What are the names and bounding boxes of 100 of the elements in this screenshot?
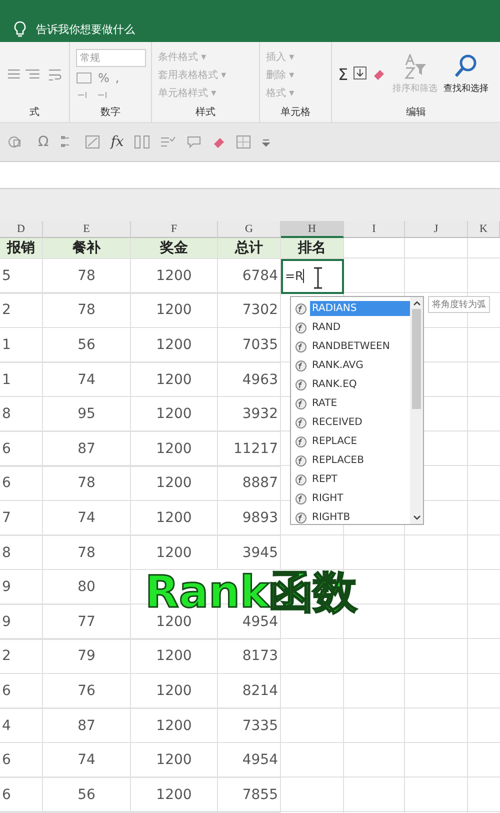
- eraser-icon[interactable]: [372, 68, 386, 80]
- tell-me-search-field[interactable]: 告诉我你想要做什么: [36, 22, 135, 36]
- scrollbar[interactable]: [410, 297, 423, 524]
- table-cell: 2: [0, 294, 43, 328]
- table-cell: 78: [43, 466, 131, 502]
- function-icon: [295, 492, 307, 504]
- function-icon: [295, 340, 307, 352]
- fill-icon[interactable]: [353, 66, 368, 80]
- table-cell: 1200: [131, 778, 218, 812]
- autosum-button[interactable]: Σ: [338, 65, 348, 84]
- function-icon: [295, 398, 307, 410]
- table-cell: 74: [43, 362, 131, 398]
- table-cell: 74: [43, 501, 131, 536]
- wrap-text-icon[interactable]: [47, 66, 63, 82]
- function-list-item[interactable]: RANK.EQ: [291, 375, 410, 394]
- function-list-item[interactable]: RIGHT: [291, 489, 410, 508]
- function-list-item[interactable]: REPLACE: [291, 432, 410, 451]
- columns-icon[interactable]: [134, 135, 150, 149]
- table-cell: 8887: [218, 466, 281, 502]
- table-cell: 3945: [218, 536, 281, 570]
- table-cell: 7: [0, 501, 43, 536]
- table-cell: 8214: [218, 674, 281, 709]
- find-select-button[interactable]: 查找和选择: [443, 54, 488, 95]
- table-cell: 6: [0, 743, 43, 778]
- insert-function-button[interactable]: fx: [110, 134, 124, 150]
- function-icon: [295, 322, 307, 334]
- table-cell: 9893: [218, 501, 281, 536]
- text-cursor-icon: [313, 267, 323, 289]
- table-cell: 6: [0, 778, 43, 812]
- table-cell: 8: [0, 536, 43, 570]
- table-cell: 80: [43, 570, 131, 605]
- function-icon: [295, 416, 307, 428]
- table-cell: 9: [0, 604, 43, 640]
- function-icon: [295, 302, 307, 314]
- table-cell: 9: [0, 570, 43, 605]
- table-cell: 7855: [218, 778, 281, 812]
- table-cell: 78: [43, 536, 131, 570]
- column-header[interactable]: D: [0, 221, 43, 238]
- table-cell: 1200: [131, 328, 218, 363]
- function-list-item[interactable]: RAND: [291, 318, 410, 337]
- scroll-down-icon[interactable]: [412, 515, 420, 521]
- column-header[interactable]: E: [43, 221, 131, 238]
- column-header[interactable]: I: [344, 221, 405, 238]
- function-icon: [295, 454, 307, 466]
- table-cell: 6784: [218, 259, 281, 294]
- function-icon: [295, 378, 307, 390]
- table-cell: 2: [0, 640, 43, 674]
- scroll-up-icon[interactable]: [412, 300, 420, 306]
- table-cell: 4963: [218, 362, 281, 398]
- eraser-icon[interactable]: [212, 136, 226, 148]
- table-cell: 1200: [131, 640, 218, 674]
- column-header[interactable]: G: [218, 221, 281, 238]
- table-cell: 87: [43, 432, 131, 467]
- table-cell: 77: [43, 604, 131, 640]
- table-cell: 7302: [218, 294, 281, 328]
- column-header[interactable]: H: [281, 221, 344, 238]
- table-cell: 1200: [131, 397, 218, 432]
- table-cell: 95: [43, 397, 131, 432]
- table-cell: 1200: [131, 708, 218, 744]
- header-cell: 排名: [281, 238, 344, 259]
- table-cell: 4954: [218, 743, 281, 778]
- table-cell: 1200: [131, 536, 218, 570]
- table-cell: 78: [43, 294, 131, 328]
- border-icon[interactable]: [236, 135, 252, 149]
- comment-icon[interactable]: [186, 135, 202, 149]
- column-header[interactable]: K: [468, 221, 500, 238]
- table-cell: 56: [43, 328, 131, 363]
- active-cell[interactable]: =R: [281, 259, 344, 294]
- table-cell: 3932: [218, 397, 281, 432]
- function-list-item[interactable]: REPLACEB: [291, 451, 410, 470]
- header-cell: 报销: [0, 238, 43, 259]
- group-label: 单元格: [280, 106, 312, 120]
- table-cell: 78: [43, 259, 131, 294]
- checklist-icon[interactable]: [160, 135, 176, 149]
- table-cell: 1200: [131, 501, 218, 536]
- function-icon: [295, 512, 307, 524]
- function-list-item[interactable]: REPT: [291, 470, 410, 489]
- column-header[interactable]: F: [131, 221, 218, 238]
- table-cell: 1200: [131, 674, 218, 709]
- function-list-item[interactable]: RIGHTB: [291, 508, 410, 527]
- table-cell: 1200: [131, 432, 218, 467]
- table-cell: 5: [0, 259, 43, 294]
- function-list-item[interactable]: RECEIVED: [291, 413, 410, 432]
- table-cell: 56: [43, 778, 131, 812]
- table-cell: 6: [0, 466, 43, 502]
- align-icon[interactable]: [6, 68, 42, 82]
- table-cell: 1: [0, 328, 43, 363]
- column-header[interactable]: J: [405, 221, 468, 238]
- table-cell: 76: [43, 674, 131, 709]
- table-cell: 6: [0, 674, 43, 709]
- function-list-item[interactable]: RANK.AVG: [291, 356, 410, 375]
- function-list-item[interactable]: RANDBETWEEN: [291, 337, 410, 356]
- customize-icon[interactable]: [262, 137, 270, 147]
- table-cell: 6: [0, 432, 43, 467]
- picture-frame-icon[interactable]: [84, 135, 101, 149]
- table-cell: 11217: [218, 432, 281, 467]
- table-cell: 74: [43, 743, 131, 778]
- function-list-item[interactable]: RATE: [291, 394, 410, 413]
- table-cell: 8173: [218, 640, 281, 674]
- function-icon: [295, 436, 307, 448]
